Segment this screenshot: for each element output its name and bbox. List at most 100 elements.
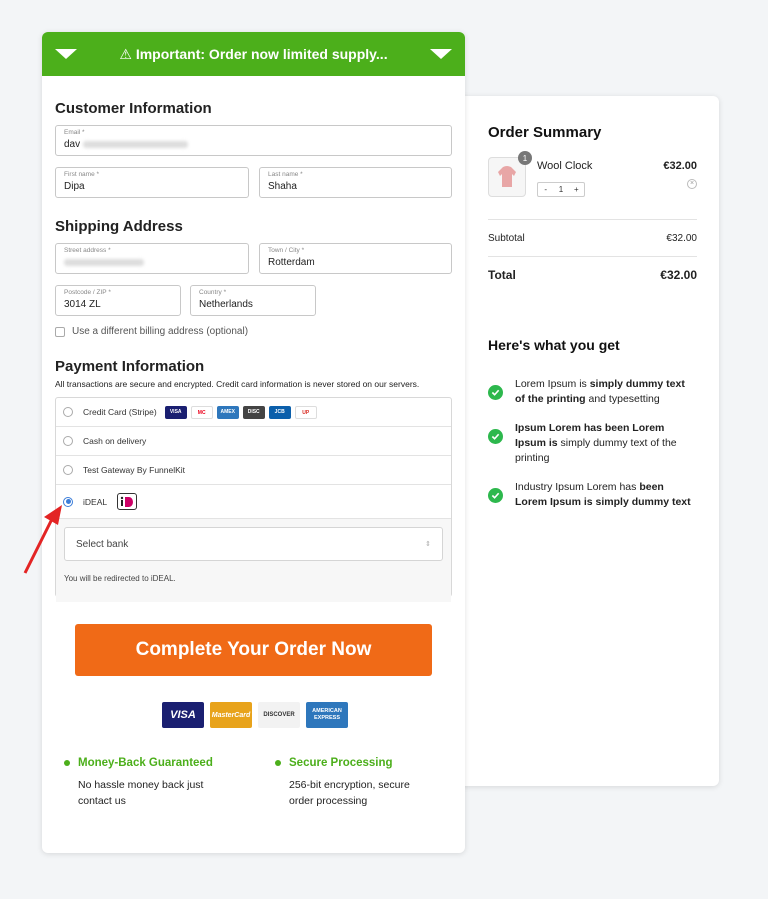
mastercard-logo-icon: MC xyxy=(190,405,213,419)
country-field[interactable]: Country * Netherlands xyxy=(190,285,316,316)
billing-address-checkbox[interactable]: Use a different billing address (optiona… xyxy=(55,326,248,337)
select-arrows-icon: ⇕ xyxy=(425,541,431,548)
announcement-banner: ⚠ Important: Order now limited supply... xyxy=(42,32,465,76)
check-circle-icon xyxy=(488,488,503,503)
benefits-section: Here's what you get Lorem Ipsum is simpl… xyxy=(488,337,697,510)
benefit-item: Ipsum Lorem has been Lorem Ipsum is simp… xyxy=(488,421,697,466)
customer-info-title: Customer Information xyxy=(55,100,212,117)
radio-button[interactable] xyxy=(63,407,73,417)
shipping-address-title: Shipping Address xyxy=(55,218,183,235)
check-circle-icon xyxy=(488,429,503,444)
quantity-badge: 1 xyxy=(518,151,532,165)
money-back-guarantee: Money-Back Guaranteed No hassle money ba… xyxy=(64,757,224,809)
check-circle-icon xyxy=(488,385,503,400)
trust-logos: VISA MasterCard DISCOVER AMERICAN EXPRES… xyxy=(162,702,348,728)
hoodie-image-icon xyxy=(498,166,516,187)
product-name: Wool Clock xyxy=(537,160,593,172)
first-name-value: Dipa xyxy=(64,181,85,192)
discover-logo-icon: DISC xyxy=(242,405,265,419)
payment-option-ideal[interactable]: iDEAL xyxy=(56,485,451,519)
benefit-text: Industry Ipsum Lorem has xyxy=(515,481,640,493)
postcode-field[interactable]: Postcode / ZIP * 3014 ZL xyxy=(55,285,181,316)
guarantee-title: Money-Back Guaranteed xyxy=(64,757,224,769)
street-address-label: Street address * xyxy=(64,247,111,254)
jcb-logo-icon: JCB xyxy=(268,405,291,419)
city-label: Town / City * xyxy=(268,247,305,254)
email-field[interactable]: Email * dav xyxy=(55,125,452,156)
benefit-item: Lorem Ipsum is simply dummy text of the … xyxy=(488,377,697,407)
city-value: Rotterdam xyxy=(268,257,315,268)
qty-value[interactable]: 1 xyxy=(553,183,568,196)
country-label: Country * xyxy=(199,289,227,296)
payment-methods: Credit Card (Stripe) VISA MC AMEX DISC J… xyxy=(55,397,452,602)
ideal-bank-panel: Select bank ⇕ You will be redirected to … xyxy=(56,519,451,602)
banner-text: ⚠ Important: Order now limited supply... xyxy=(119,45,388,62)
remove-item-icon[interactable]: × xyxy=(687,179,697,189)
guarantee-desc: No hassle money back just contact us xyxy=(78,779,204,807)
triangle-down-icon xyxy=(55,49,77,59)
country-value: Netherlands xyxy=(199,299,253,310)
email-value: dav xyxy=(64,139,81,150)
triangle-down-icon xyxy=(429,49,452,59)
checkbox-icon[interactable] xyxy=(55,326,65,337)
payment-security-note: All transactions are secure and encrypte… xyxy=(55,379,420,389)
billing-checkbox-label: Use a different billing address (optiona… xyxy=(72,326,249,337)
postcode-label: Postcode / ZIP * xyxy=(64,289,111,296)
payment-option-label: iDEAL xyxy=(83,496,108,507)
benefits-title: Here's what you get xyxy=(488,337,620,353)
discover-logo-icon: DISCOVER xyxy=(258,702,300,728)
decrease-qty-button[interactable]: - xyxy=(538,183,553,196)
blurred-email xyxy=(82,140,188,148)
mastercard-logo-icon: MasterCard xyxy=(210,702,252,728)
payment-option-test-gateway[interactable]: Test Gateway By FunnelKit xyxy=(56,456,451,485)
email-label: Email * xyxy=(64,129,85,136)
increase-qty-button[interactable]: + xyxy=(569,183,584,196)
postcode-value: 3014 ZL xyxy=(64,299,101,310)
product-thumbnail: 1 xyxy=(488,151,532,197)
complete-order-button[interactable]: Complete Your Order Now xyxy=(75,624,432,676)
amex-logo-icon: AMERICAN EXPRESS xyxy=(306,702,348,728)
payment-option-label: Test Gateway By FunnelKit xyxy=(83,465,186,475)
benefit-text: and typesetting xyxy=(585,393,660,405)
blurred-street xyxy=(64,258,144,266)
subtotal-label: Subtotal xyxy=(488,233,525,244)
last-name-value: Shaha xyxy=(268,181,297,192)
benefit-item: Industry Ipsum Lorem has been Lorem Ipsu… xyxy=(488,480,697,510)
subtotal-row: Subtotal €32.00 xyxy=(488,219,697,256)
ideal-redirect-note: You will be redirected to iDEAL. xyxy=(64,574,176,583)
last-name-field[interactable]: Last name * Shaha xyxy=(259,167,452,198)
guarantee-desc: 256-bit encryption, secure order process… xyxy=(289,779,410,807)
checkout-form-card: ⚠ Important: Order now limited supply...… xyxy=(42,32,465,853)
city-field[interactable]: Town / City * Rotterdam xyxy=(259,243,452,274)
unionpay-logo-icon: UP xyxy=(294,405,317,419)
first-name-label: First name * xyxy=(64,171,100,178)
cart-item: 1 Wool Clock - 1 + €32.00 × xyxy=(488,151,697,211)
payment-option-stripe[interactable]: Credit Card (Stripe) VISA MC AMEX DISC J… xyxy=(56,398,451,427)
product-price: €32.00 xyxy=(663,160,697,172)
payment-option-label: Credit Card (Stripe) xyxy=(83,407,157,417)
visa-logo-icon: VISA xyxy=(164,405,187,419)
first-name-field[interactable]: First name * Dipa xyxy=(55,167,249,198)
order-summary-panel: Order Summary 1 Wool Clock - 1 + €32.00 … xyxy=(448,96,719,786)
order-summary-title: Order Summary xyxy=(488,124,602,141)
secure-processing: Secure Processing 256-bit encryption, se… xyxy=(275,757,435,809)
last-name-label: Last name * xyxy=(268,171,303,178)
visa-logo-icon: VISA xyxy=(162,702,204,728)
total-value: €32.00 xyxy=(660,268,697,282)
payment-info-title: Payment Information xyxy=(55,358,205,375)
quantity-stepper[interactable]: - 1 + xyxy=(537,182,585,197)
red-arrow-icon xyxy=(23,505,62,574)
benefit-text: Lorem Ipsum is xyxy=(515,378,590,390)
radio-button[interactable] xyxy=(63,465,73,475)
subtotal-value: €32.00 xyxy=(666,233,697,244)
guarantee-title: Secure Processing xyxy=(275,757,435,769)
radio-button[interactable] xyxy=(63,436,73,446)
select-bank-dropdown[interactable]: Select bank ⇕ xyxy=(64,527,443,561)
total-row: Total €32.00 xyxy=(488,256,697,293)
ideal-logo-icon xyxy=(117,493,138,510)
select-bank-value: Select bank xyxy=(76,538,129,550)
total-label: Total xyxy=(488,268,516,282)
payment-option-cod[interactable]: Cash on delivery xyxy=(56,427,451,456)
street-address-field[interactable]: Street address * xyxy=(55,243,249,274)
payment-option-label: Cash on delivery xyxy=(83,436,147,446)
